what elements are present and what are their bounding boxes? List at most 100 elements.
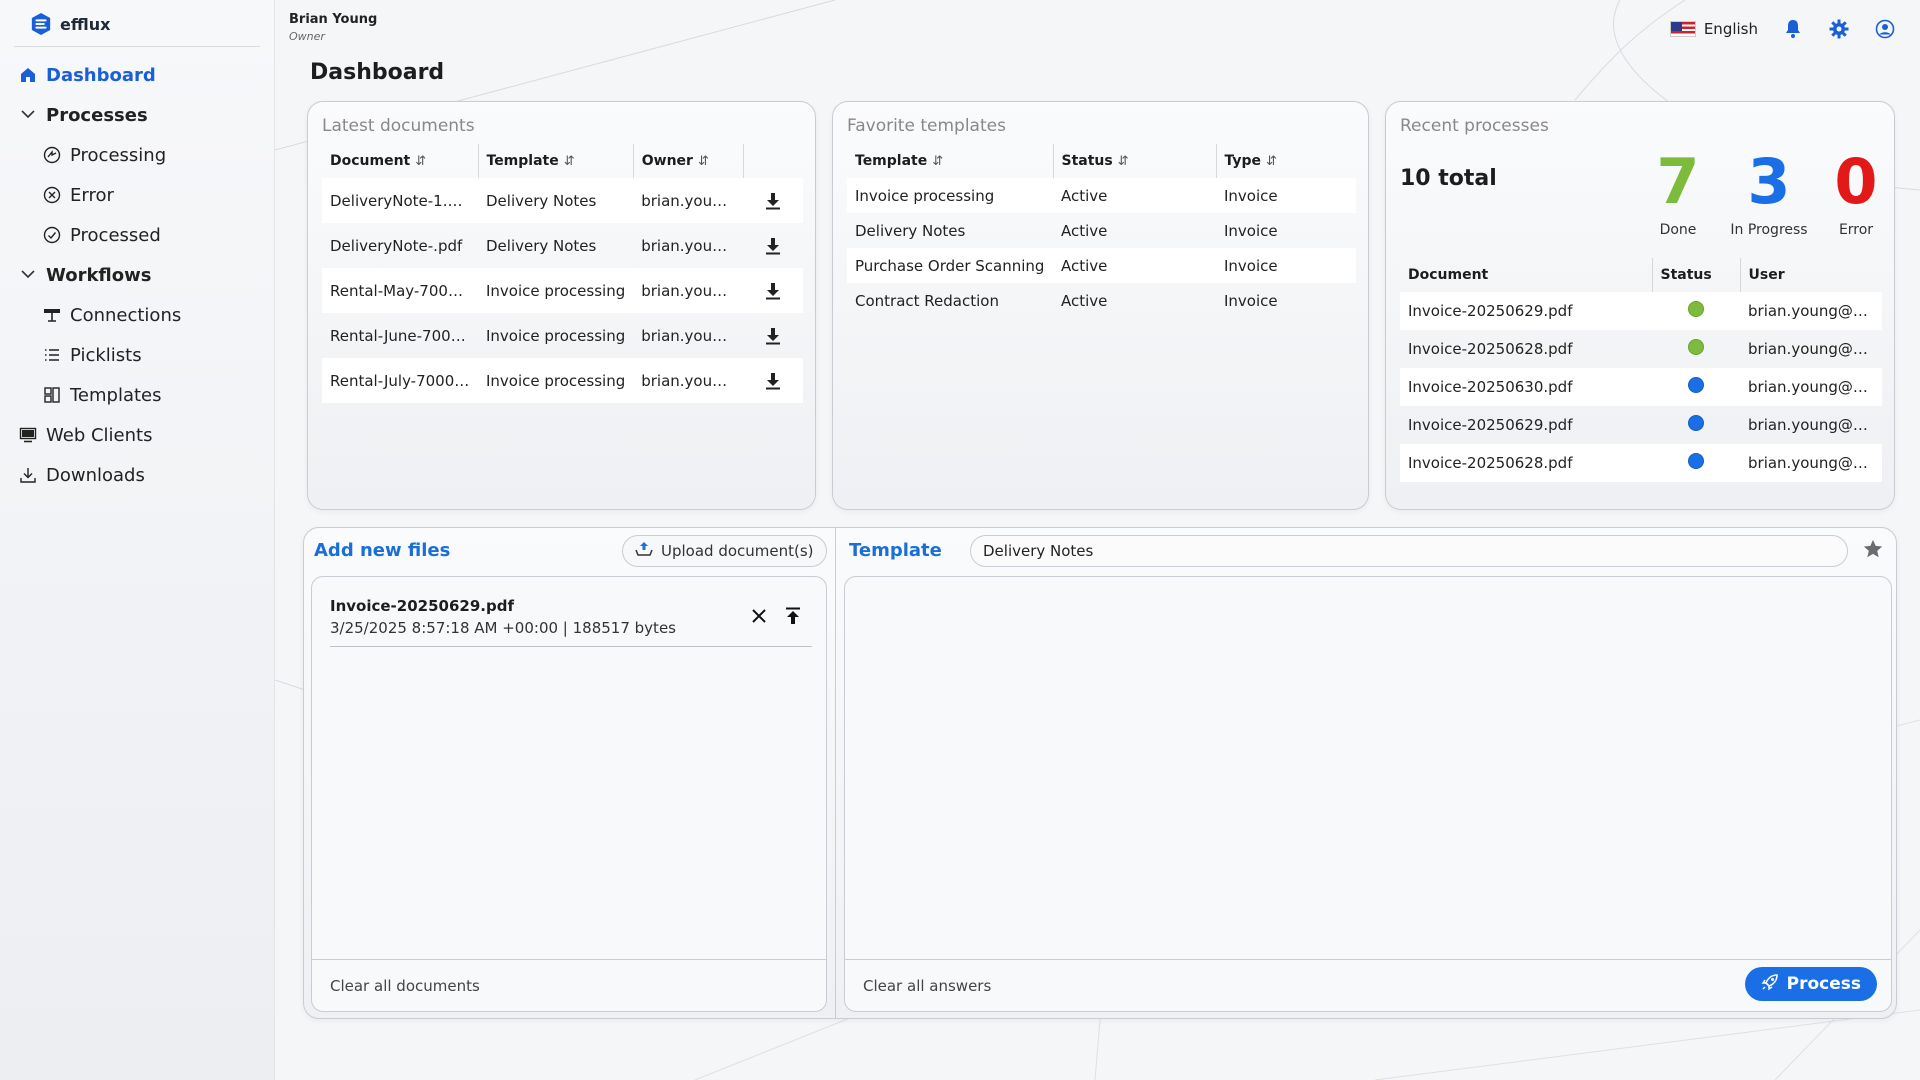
cell-template: Delivery Notes <box>855 221 966 240</box>
cell-document: Invoice-20250629.pdf <box>1408 416 1573 434</box>
add-files-title: Add new files <box>314 540 451 561</box>
table-row[interactable]: Delivery Notes Active Invoice <box>847 213 1356 248</box>
column-header-template[interactable]: Template ⇵ <box>478 144 634 178</box>
table-row[interactable]: Invoice-20250629.pdf brian.young@ub... <box>1400 406 1882 444</box>
error-circle-icon <box>42 185 62 205</box>
table-row[interactable]: DeliveryNote-.pdf Delivery Notes brian.y… <box>322 223 803 268</box>
cell-owner: brian.young... <box>633 358 744 403</box>
cell-template: Invoice processing <box>478 358 634 403</box>
sidebar-item-picklists[interactable]: Picklists <box>0 335 274 375</box>
download-icon[interactable] <box>760 278 786 304</box>
clear-documents-button[interactable]: Clear all documents <box>312 959 826 1011</box>
column-header-type[interactable]: Type ⇵ <box>1216 144 1356 178</box>
process-button-label: Process <box>1786 974 1861 994</box>
download-icon[interactable] <box>760 188 786 214</box>
sidebar-item-processing[interactable]: Processing <box>0 135 274 175</box>
column-header-status[interactable]: Status ⇵ <box>1053 144 1217 178</box>
bell-icon[interactable] <box>1782 18 1804 40</box>
sidebar-item-label: Connections <box>70 304 182 326</box>
user-avatar-icon[interactable] <box>1874 18 1896 40</box>
sort-icon[interactable]: ⇵ <box>1118 154 1129 169</box>
sort-icon[interactable]: ⇵ <box>932 154 943 169</box>
check-circle-icon <box>42 225 62 245</box>
sidebar-item-downloads[interactable]: Downloads <box>0 455 274 495</box>
rocket-icon <box>1761 973 1779 996</box>
clear-answers-button[interactable]: Clear all answers <box>863 977 991 995</box>
sidebar-group-workflows[interactable]: Workflows <box>0 255 274 295</box>
table-row[interactable]: Invoice processing Active Invoice <box>847 178 1356 213</box>
sidebar-item-error[interactable]: Error <box>0 175 274 215</box>
table-row[interactable]: Rental-July-7000-... Invoice processing … <box>322 358 803 403</box>
process-button[interactable]: Process <box>1744 967 1877 1001</box>
table-row[interactable]: Invoice-20250629.pdf brian.young@ub... <box>1400 292 1882 330</box>
column-header-document[interactable]: Document ⇵ <box>322 144 479 178</box>
upload-arrow-icon[interactable] <box>782 605 804 627</box>
sidebar-item-processed[interactable]: Processed <box>0 215 274 255</box>
recent-processes-card: Recent processes 10 total 7 Done 3 In Pr… <box>1385 101 1895 510</box>
cell-type: Invoice <box>1216 178 1356 213</box>
status-dot-done <box>1688 301 1704 317</box>
cell-document: DeliveryNote-1.pdf <box>322 178 478 223</box>
download-icon[interactable] <box>760 368 786 394</box>
cell-owner: brian.young... <box>641 236 744 255</box>
stat-error-value: 0 <box>1834 145 1878 218</box>
column-header-template[interactable]: Template ⇵ <box>847 144 1054 178</box>
upload-documents-button[interactable]: Upload document(s) <box>622 535 827 567</box>
sort-icon[interactable]: ⇵ <box>564 154 575 169</box>
template-title: Template <box>849 540 942 561</box>
table-row[interactable]: Rental-June-7000... Invoice processing b… <box>322 313 803 358</box>
home-icon <box>18 65 38 85</box>
sidebar-item-web-clients[interactable]: Web Clients <box>0 415 274 455</box>
file-meta: 3/25/2025 8:57:18 AM +00:00 | 188517 byt… <box>330 619 676 637</box>
gear-icon[interactable] <box>1828 18 1850 40</box>
cell-document: Invoice-20250629.pdf <box>1400 292 1652 330</box>
brand[interactable]: efflux <box>14 0 260 47</box>
page-title: Dashboard <box>310 60 445 85</box>
table-row[interactable]: Invoice-20250628.pdf brian.young@ub... <box>1400 444 1882 482</box>
recent-processes-table: Document Status User Invoice-20250629.pd… <box>1400 258 1882 482</box>
template-select[interactable]: Delivery Notes <box>970 535 1848 567</box>
sidebar-item-label: Picklists <box>70 344 142 366</box>
divider <box>835 528 836 1018</box>
sidebar-item-dashboard[interactable]: Dashboard <box>0 55 274 95</box>
column-header-status: Status <box>1652 258 1741 292</box>
stat-in-progress-label: In Progress <box>1730 222 1808 238</box>
sort-icon[interactable]: ⇵ <box>415 154 426 169</box>
star-icon[interactable] <box>1860 536 1886 562</box>
file-item[interactable]: Invoice-20250629.pdf 3/25/2025 8:57:18 A… <box>330 597 812 647</box>
cell-document: Invoice-20250630.pdf <box>1400 368 1652 406</box>
upload-button-label: Upload document(s) <box>661 542 814 560</box>
download-icon[interactable] <box>760 233 786 259</box>
table-row[interactable]: Invoice-20250628.pdf brian.young@ub... <box>1400 330 1882 368</box>
sidebar-item-label: Workflows <box>46 264 152 286</box>
column-header-user: User <box>1748 267 1785 283</box>
status-dot-in-progress <box>1688 453 1704 469</box>
close-icon[interactable] <box>748 605 770 627</box>
cell-user: brian.young@ub... <box>1748 416 1882 434</box>
sidebar-item-templates[interactable]: Templates <box>0 375 274 415</box>
cell-type: Invoice <box>1216 248 1356 283</box>
sidebar: efflux Dashboard Processes Processing Er… <box>0 0 275 1080</box>
table-row[interactable]: Purchase Order Scanning Active Invoice <box>847 248 1356 283</box>
sidebar-item-label: Processed <box>70 224 161 246</box>
column-header-owner[interactable]: Owner ⇵ <box>633 144 744 178</box>
cell-status: Active <box>1053 248 1216 283</box>
sort-icon[interactable]: ⇵ <box>698 154 709 169</box>
favorite-templates-card: Favorite templates Template ⇵ Status ⇵ Typ… <box>832 101 1369 510</box>
table-row[interactable]: Contract Redaction Active Invoice <box>847 283 1356 318</box>
sidebar-item-label: Processes <box>46 104 148 126</box>
column-header-actions <box>743 144 803 178</box>
cell-user: brian.young@ub... <box>1740 368 1882 406</box>
sort-icon[interactable]: ⇵ <box>1266 154 1277 169</box>
cell-user: brian.young@ub... <box>1740 292 1882 330</box>
language-selector[interactable]: English <box>1669 20 1758 38</box>
brand-name: efflux <box>60 14 111 34</box>
sidebar-item-connections[interactable]: Connections <box>0 295 274 335</box>
sidebar-group-processes[interactable]: Processes <box>0 95 274 135</box>
table-row[interactable]: DeliveryNote-1.pdf Delivery Notes brian.… <box>322 178 803 223</box>
table-row[interactable]: Invoice-20250630.pdf brian.young@ub... <box>1400 368 1882 406</box>
table-row[interactable]: Rental-May-7000-... Invoice processing b… <box>322 268 803 313</box>
download-icon[interactable] <box>760 323 786 349</box>
table-header-row: Document ⇵ Template ⇵ Owner ⇵ <box>322 144 803 178</box>
sidebar-nav: Dashboard Processes Processing Error Pro… <box>0 47 274 495</box>
